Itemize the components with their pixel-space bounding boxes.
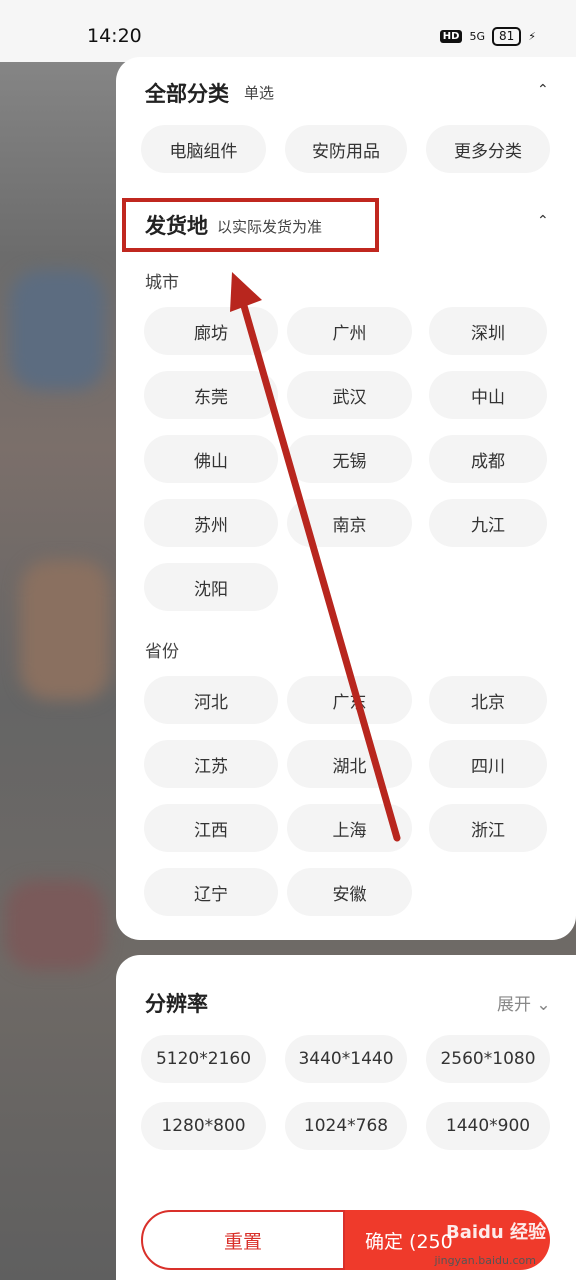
annotation-arrow <box>230 272 401 842</box>
